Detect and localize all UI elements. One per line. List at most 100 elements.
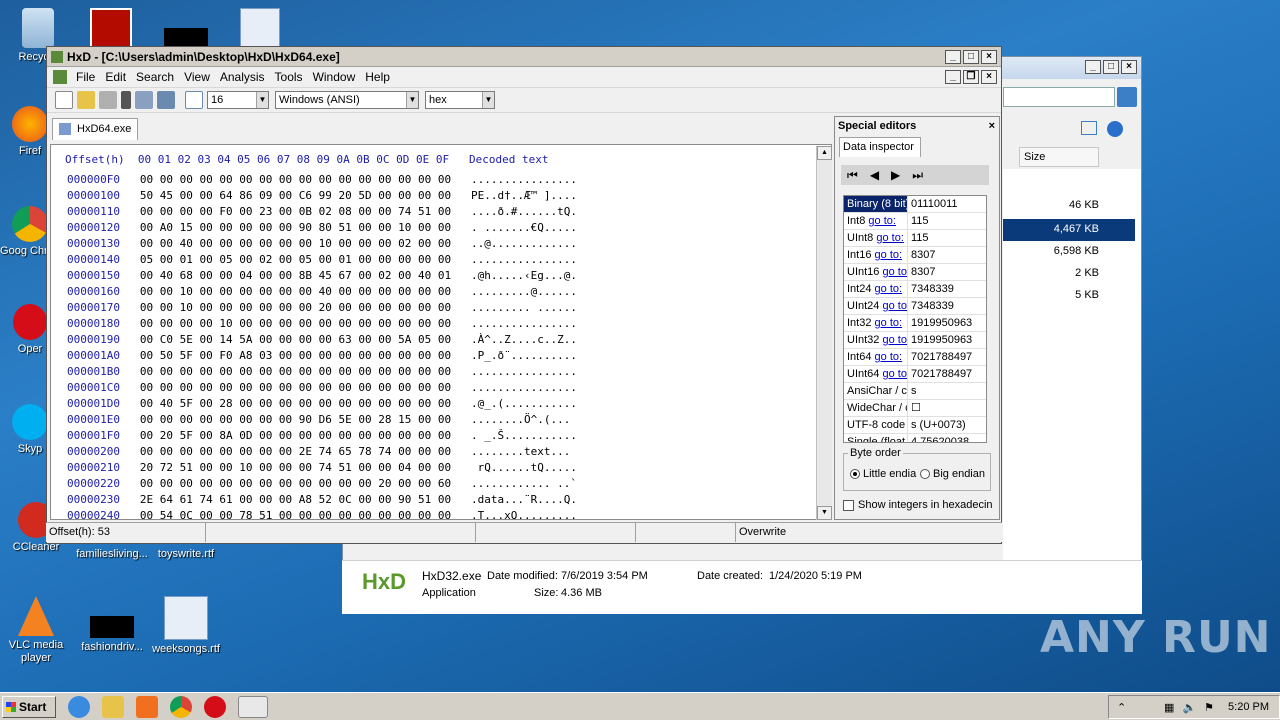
hex-bytes[interactable]: 00 54 0C 00 00 78 51 00 00 00 00 00 00 0…	[140, 509, 451, 519]
goto-link[interactable]: go to:	[868, 215, 896, 227]
hex-bytes[interactable]: 00 20 5F 00 8A 0D 00 00 00 00 00 00 00 0…	[140, 429, 451, 442]
decoded-text[interactable]: .@_.(...........	[471, 397, 577, 410]
flag-icon[interactable]: ⚑	[1204, 701, 1214, 714]
hex-row[interactable]: 00000170 00 00 10 00 00 00 00 00 00 20 0…	[67, 301, 577, 317]
menu-help[interactable]: Help	[360, 70, 395, 84]
inspector-value[interactable]: 7021788497	[908, 366, 972, 382]
hex-row[interactable]: 00000210 20 72 51 00 00 10 00 00 00 74 5…	[67, 461, 577, 477]
decoded-text[interactable]: ......... ......	[471, 301, 577, 314]
inspector-value[interactable]: 7348339	[908, 281, 972, 297]
decoded-text[interactable]: . .......€Q.....	[471, 221, 577, 234]
decoded-text[interactable]: ........Ö^.(...	[471, 413, 570, 426]
big-endian-radio[interactable]: Big endian	[920, 468, 985, 480]
goto-link[interactable]: go to:	[875, 249, 903, 261]
hex-row[interactable]: 00000220 00 00 00 00 00 00 00 00 00 00 0…	[67, 477, 577, 493]
hex-row[interactable]: 00000160 00 00 10 00 00 00 00 00 00 40 0…	[67, 285, 577, 301]
inspector-value[interactable]: 1919950963	[908, 332, 972, 348]
hex-bytes[interactable]: 00 00 40 00 00 00 00 00 00 10 00 00 00 0…	[140, 237, 451, 250]
hex-row[interactable]: 000001C0 00 00 00 00 00 00 00 00 00 00 0…	[67, 381, 577, 397]
hex-scrollbar[interactable]: ▲ ▼	[816, 146, 832, 520]
inspector-value[interactable]: 115	[908, 213, 972, 229]
doc-restore-button[interactable]: ❐	[963, 70, 979, 84]
explorer-search-input[interactable]	[1003, 87, 1115, 107]
hex-bytes[interactable]: 00 00 00 00 00 00 00 00 2E 74 65 78 74 0…	[140, 445, 451, 458]
decoded-text[interactable]: .P_.ð¨..........	[471, 349, 577, 362]
inspector-row[interactable]: Int32 go to: 1919950963	[844, 315, 986, 332]
show-hex-checkbox[interactable]: Show integers in hexadecin	[843, 499, 993, 511]
hex-row[interactable]: 000001D0 00 40 5F 00 28 00 00 00 00 00 0…	[67, 397, 577, 413]
hxd-taskbar-icon[interactable]	[238, 695, 268, 718]
inspector-value[interactable]: 115	[908, 230, 972, 246]
network-icon[interactable]: ▦	[1164, 701, 1174, 714]
doc-minimize-button[interactable]: _	[945, 70, 961, 84]
decoded-text[interactable]: . _.Š...........	[471, 429, 577, 442]
hex-bytes[interactable]: 2E 64 61 74 61 00 00 00 A8 52 0C 00 00 9…	[140, 493, 451, 506]
decoded-text[interactable]: ................	[471, 317, 577, 330]
inspector-row[interactable]: UInt16 go to: 8307	[844, 264, 986, 281]
inspector-row[interactable]: UInt8 go to: 115	[844, 230, 986, 247]
inspector-row[interactable]: WideChar / c ☐	[844, 400, 986, 417]
hex-bytes[interactable]: 05 00 01 00 05 00 02 00 05 00 01 00 00 0…	[140, 253, 451, 266]
search-icon[interactable]	[1117, 87, 1137, 107]
hex-row[interactable]: 000001A0 00 50 5F 00 F0 A8 03 00 00 00 0…	[67, 349, 577, 365]
close-icon[interactable]: ×	[989, 117, 999, 135]
media-player-icon[interactable]	[136, 695, 158, 718]
goto-link[interactable]: go to:	[882, 368, 907, 380]
hex-row[interactable]: 000001B0 00 00 00 00 00 00 00 00 00 00 0…	[67, 365, 577, 381]
hex-bytes[interactable]: 00 00 00 00 00 00 00 00 00 00 00 00 00 0…	[140, 381, 451, 394]
inspector-table[interactable]: Binary (8 bit) 01110011 Int8 go to: 115 UIn…	[843, 195, 987, 443]
hex-bytes[interactable]: 00 00 00 00 00 00 00 00 00 00 00 00 00 0…	[140, 173, 451, 186]
inspector-row[interactable]: UInt32 go to: 1919950963	[844, 332, 986, 349]
hex-row[interactable]: 00000180 00 00 00 00 10 00 00 00 00 00 0…	[67, 317, 577, 333]
inspector-value[interactable]: s	[908, 383, 972, 399]
maximize-button[interactable]: □	[1103, 60, 1119, 74]
hex-row[interactable]: 00000150 00 40 68 00 00 04 00 00 8B 45 6…	[67, 269, 577, 285]
decoded-text[interactable]: .data...¨R....Q.	[471, 493, 577, 506]
menu-search[interactable]: Search	[131, 70, 179, 84]
hex-row[interactable]: 00000200 00 00 00 00 00 00 00 00 2E 74 6…	[67, 445, 570, 461]
decoded-text[interactable]: ..@.............	[471, 237, 577, 250]
menu-view[interactable]: View	[179, 70, 215, 84]
decoded-text[interactable]: ................	[471, 173, 577, 186]
maximize-button[interactable]: □	[963, 49, 979, 64]
inspector-value[interactable]: 4.75620038	[908, 434, 972, 442]
menu-window[interactable]: Window	[308, 70, 361, 84]
first-icon[interactable]: ⏮	[847, 168, 858, 183]
hex-row[interactable]: 00000130 00 00 40 00 00 00 00 00 00 10 0…	[67, 237, 577, 253]
adobe-pdf-icon[interactable]	[90, 8, 132, 48]
inspector-value[interactable]: 7021788497	[908, 349, 972, 365]
inspector-row[interactable]: Int24 go to: 7348339	[844, 281, 986, 298]
hex-row[interactable]: 00000240 00 54 0C 00 00 78 51 00 00 00 0…	[67, 509, 577, 519]
decoded-text[interactable]: ............ ..`	[471, 477, 577, 490]
inspector-row[interactable]: Int8 go to: 115	[844, 213, 986, 230]
chevron-up-icon[interactable]: ⌃	[1117, 701, 1126, 714]
hex-row[interactable]: 00000100 50 45 00 00 64 86 09 00 C6 99 2…	[67, 189, 577, 205]
hex-row[interactable]: 00000190 00 C0 5E 00 14 5A 00 00 00 00 6…	[67, 333, 577, 349]
hex-row[interactable]: 00000120 00 A0 15 00 00 00 00 00 90 80 5…	[67, 221, 577, 237]
hex-row[interactable]: 00000110 00 00 00 00 F0 00 23 00 0B 02 0…	[67, 205, 577, 221]
goto-link[interactable]: go to:	[875, 317, 903, 329]
inspector-row[interactable]: Binary (8 bit) 01110011	[844, 196, 986, 213]
hex-bytes[interactable]: 00 00 10 00 00 00 00 00 00 20 00 00 00 0…	[140, 301, 451, 314]
hex-bytes[interactable]: 00 00 00 00 00 00 00 00 00 00 00 00 20 0…	[140, 477, 451, 490]
chrome-icon[interactable]	[170, 695, 192, 718]
decoded-text[interactable]: .@h.....‹Eg...@.	[471, 269, 577, 282]
goto-link[interactable]: go to:	[882, 334, 907, 346]
hex-bytes[interactable]: 00 C0 5E 00 14 5A 00 00 00 00 63 00 00 5…	[140, 333, 451, 346]
inspector-row[interactable]: UInt64 go to: 7021788497	[844, 366, 986, 383]
display-mode-select[interactable]: hex ▼	[425, 91, 495, 109]
desktop-icon-toyswrite[interactable]: toyswrite.rtf	[148, 548, 224, 561]
goto-link[interactable]: go to:	[875, 351, 903, 363]
ie-icon[interactable]	[68, 695, 90, 718]
decoded-text[interactable]: ................	[471, 253, 577, 266]
hex-bytes[interactable]: 00 40 5F 00 28 00 00 00 00 00 00 00 00 0…	[140, 397, 451, 410]
decoded-text[interactable]: PE..d†..Æ™ ]....	[471, 189, 577, 202]
hex-row[interactable]: 000001F0 00 20 5F 00 8A 0D 00 00 00 00 0…	[67, 429, 577, 445]
desktop-icon-familiesliving[interactable]: familiesliving...	[72, 548, 152, 561]
view-icon[interactable]	[157, 91, 175, 109]
inspector-value[interactable]: 8307	[908, 264, 972, 280]
hex-bytes[interactable]: 00 A0 15 00 00 00 00 00 90 80 51 00 00 1…	[140, 221, 451, 234]
column-header-size[interactable]: Size	[1019, 147, 1099, 167]
hex-row[interactable]: 00000230 2E 64 61 74 61 00 00 00 A8 52 0…	[67, 493, 577, 509]
decoded-text[interactable]: rQ......tQ.....	[471, 461, 577, 474]
